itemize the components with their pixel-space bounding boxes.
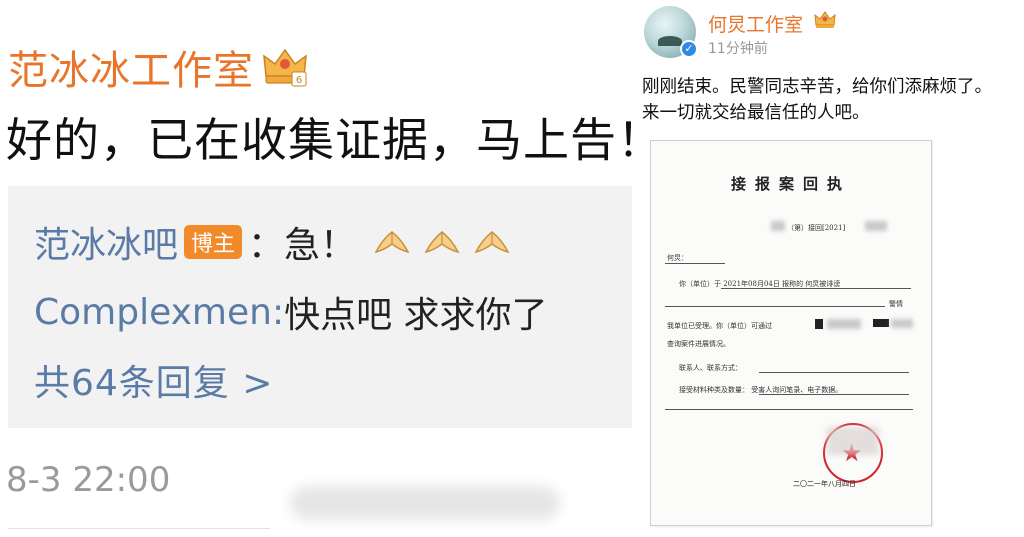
blurred-content <box>290 486 560 520</box>
redacted-area <box>815 319 823 329</box>
reply-screenshot: 范冰冰工作室 6 好的，已在收集证据，马上告！！ 范冰冰吧 博主 ：急！ Com… <box>0 0 636 537</box>
blurred-area <box>827 427 879 455</box>
post-text-line1: 刚刚结束。民警同志辛苦，给你们添麻烦了。 <box>642 77 992 97</box>
blurred-area <box>865 221 887 231</box>
host-badge: 博主 <box>184 225 243 259</box>
sub-replies-box[interactable]: 范冰冰吧 博主 ：急！ Complexmen: 快点吧 求求你了 共64条回复 … <box>8 186 632 428</box>
crown-icon <box>814 11 836 28</box>
underline <box>759 372 909 373</box>
post-time: 11分钟前 <box>708 41 768 57</box>
sub-reply-user[interactable]: Complexmen: <box>34 292 284 333</box>
pray-hands-icon <box>374 231 410 254</box>
underline <box>665 306 885 307</box>
pray-hands-emojis <box>372 226 522 258</box>
post-text: 刚刚结束。民警同志辛苦，给你们添麻烦了。 来一切就交给最信任的人吧。 <box>642 74 1024 126</box>
post-screenshot: ✓ 何炅工作室 11分钟前 刚刚结束。民警同志辛苦，给你们添麻烦了。 来一切就交… <box>636 0 1024 537</box>
sub-reply-1[interactable]: 范冰冰吧 博主 ：急！ <box>34 216 522 268</box>
underline <box>665 409 913 410</box>
crown-icon: 6 <box>263 48 307 87</box>
more-replies-row[interactable]: 共64条回复 > <box>34 354 273 406</box>
pray-hands-icon <box>424 231 460 254</box>
reply-author-name[interactable]: 范冰冰工作室 <box>8 38 254 96</box>
police-receipt-image[interactable]: 接报案回执 （第）接回[2021] 何炅： 你（单位）于 2021年08月04日… <box>650 140 932 526</box>
more-replies-link[interactable]: 共64条回复 > <box>34 354 273 406</box>
underline <box>721 288 911 289</box>
receipt-date: 二〇二一年八月四日 <box>793 480 856 488</box>
divider <box>8 528 270 529</box>
blurred-area <box>771 221 785 231</box>
verified-icon: ✓ <box>680 40 698 58</box>
receipt-case-no: （第）接回[2021] <box>787 224 846 232</box>
post-text-line2: 来一切就交给最信任的人吧。 <box>642 103 870 123</box>
receipt-line-3: 查询案件进展情况。 <box>667 340 730 348</box>
underline <box>759 394 909 395</box>
blurred-area <box>827 319 861 329</box>
receipt-line-1-suffix: 警情 <box>889 300 903 308</box>
sub-reply-user[interactable]: 范冰冰吧 <box>34 216 178 268</box>
sub-reply-text: ：急！ <box>248 225 357 266</box>
receipt-line-4: 联系人、联系方式： <box>679 364 742 372</box>
reply-text: 好的，已在收集证据，马上告！！ <box>6 113 636 167</box>
sub-reply-2[interactable]: Complexmen: 快点吧 求求你了 <box>34 286 548 338</box>
svg-text:6: 6 <box>296 75 302 86</box>
pray-hands-icon <box>474 231 510 254</box>
blurred-area <box>891 319 913 328</box>
receipt-title: 接报案回执 <box>730 175 851 193</box>
reply-timestamp: 8-3 22:00 <box>6 460 171 500</box>
underline <box>665 263 725 264</box>
post-author-name[interactable]: 何炅工作室 <box>708 10 803 37</box>
sub-reply-text: 快点吧 求求你了 <box>284 295 548 336</box>
receipt-line-2: 我单位已受理。你（单位）可通过 <box>667 322 772 330</box>
redacted-area <box>873 319 889 327</box>
receipt-recipient: 何炅： <box>667 254 688 262</box>
reply-author-row: 范冰冰工作室 6 <box>8 38 308 96</box>
